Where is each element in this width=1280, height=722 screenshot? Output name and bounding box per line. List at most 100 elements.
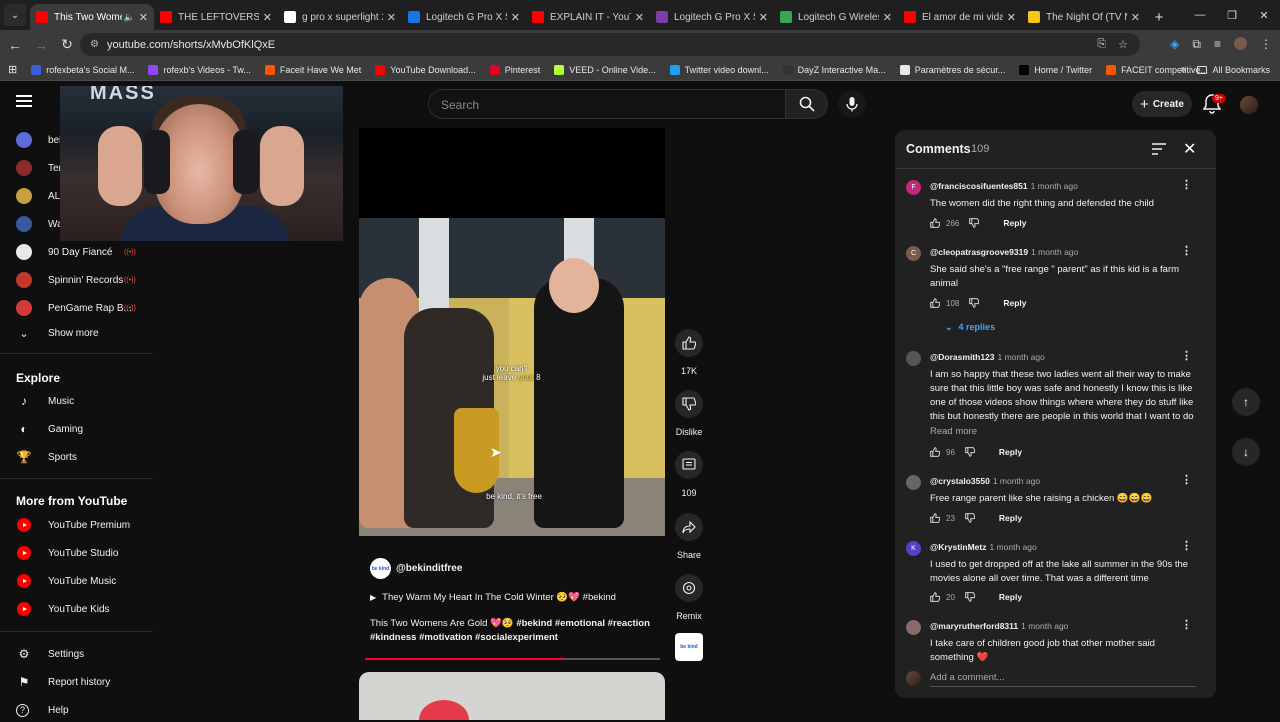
comment-author[interactable]: @KrystinMetz xyxy=(930,542,986,552)
close-comments-icon[interactable]: ✕ xyxy=(1183,139,1196,159)
tab-close-icon[interactable]: ✕ xyxy=(1131,11,1140,24)
channel-avatar[interactable]: be kind xyxy=(370,558,391,579)
bookmark-item[interactable]: Pinterest xyxy=(489,64,540,75)
bookmark-item[interactable]: Paramètres de sécur... xyxy=(899,64,1005,75)
comment-dislike-button[interactable] xyxy=(955,513,999,523)
browser-tab[interactable]: g pro x superlight 2 r ✕ xyxy=(278,4,402,30)
minimize-button[interactable]: — xyxy=(1184,0,1216,30)
comment-time[interactable]: 1 month ago xyxy=(989,542,1036,552)
sort-icon[interactable] xyxy=(1152,143,1166,155)
account-avatar[interactable] xyxy=(1240,96,1258,114)
tab-audio-icon[interactable]: 🔈 xyxy=(124,12,135,23)
bookmark-item[interactable]: Home / Twitter xyxy=(1019,64,1092,75)
comment-author-avatar[interactable]: K xyxy=(906,541,921,556)
comment-more-icon[interactable]: ⋮ xyxy=(1181,473,1192,486)
close-window-button[interactable]: ✕ xyxy=(1248,0,1280,30)
tab-close-icon[interactable]: ✕ xyxy=(635,11,644,24)
shorts-video-player[interactable]: you can't just leave your 8 be kind, it'… xyxy=(359,218,665,536)
comment-dislike-button[interactable] xyxy=(955,447,999,457)
comment-dislike-button[interactable] xyxy=(959,218,1003,228)
next-short-button[interactable]: ↓ xyxy=(1232,438,1260,466)
comment-dislike-button[interactable] xyxy=(955,592,999,602)
tab-close-icon[interactable]: ✕ xyxy=(759,11,768,24)
youtube-product-item[interactable]: YouTube Studio xyxy=(0,541,155,565)
share-button[interactable]: Share xyxy=(675,513,703,560)
browser-menu-icon[interactable]: ⋮ xyxy=(1260,37,1272,52)
more-bookmarks-chevron-icon[interactable]: » xyxy=(1180,64,1186,75)
install-app-icon[interactable]: ⎘ xyxy=(1097,38,1106,51)
comments-button[interactable]: 109 xyxy=(675,451,703,498)
search-input[interactable]: Search xyxy=(428,89,786,119)
comment-author-avatar[interactable] xyxy=(906,351,921,366)
comment-author[interactable]: @crystalo3550 xyxy=(930,476,990,486)
comment-reply-button[interactable]: Reply xyxy=(999,592,1022,602)
music-link[interactable]: ▶ They Warm My Heart In The Cold Winter 🥺… xyxy=(370,592,616,603)
comment-reply-button[interactable]: Reply xyxy=(1003,218,1026,228)
youtube-product-item[interactable]: YouTube Kids xyxy=(0,597,155,621)
all-bookmarks-button[interactable]: All Bookmarks xyxy=(1197,65,1270,75)
back-button[interactable]: ← xyxy=(2,37,28,53)
bookmark-item[interactable]: Faceit Have We Met xyxy=(264,64,361,75)
search-button[interactable] xyxy=(786,89,828,119)
comment-reply-button[interactable]: Reply xyxy=(999,447,1022,457)
media-controls-icon[interactable]: ≡ xyxy=(1214,37,1221,52)
bookmark-item[interactable]: rofexbeta's Social M... xyxy=(31,64,134,75)
bookmark-item[interactable]: VEED - Online Vide... xyxy=(554,64,656,75)
comment-like-button[interactable]: 266 xyxy=(930,218,959,228)
description-hashtags[interactable]: #kindness #motivation #socialexperiment xyxy=(370,632,558,643)
tab-close-icon[interactable]: ✕ xyxy=(1007,11,1016,24)
comment-author[interactable]: @franciscosifuentes851 xyxy=(930,181,1028,191)
comment-more-icon[interactable]: ⋮ xyxy=(1181,349,1192,362)
explore-item[interactable]: ◐ Gaming xyxy=(0,417,155,441)
bookmark-item[interactable]: rofexb's Videos - Tw... xyxy=(148,64,251,75)
comment-more-icon[interactable]: ⋮ xyxy=(1181,539,1192,552)
comment-time[interactable]: 1 month ago xyxy=(998,352,1045,362)
browser-tab[interactable]: EXPLAIN IT - YouTub ✕ xyxy=(526,4,650,30)
read-more-button[interactable]: Read more xyxy=(930,426,977,437)
forward-button[interactable]: → xyxy=(28,37,54,53)
comment-more-icon[interactable]: ⋮ xyxy=(1181,244,1192,257)
comment-more-icon[interactable]: ⋮ xyxy=(1181,178,1192,191)
profile-avatar[interactable] xyxy=(1234,37,1247,50)
apps-grid-icon[interactable]: ⊞ xyxy=(8,63,17,76)
audio-source-thumbnail[interactable]: be kind xyxy=(675,633,703,661)
channel-name[interactable]: @bekinditfree xyxy=(396,563,462,574)
youtube-product-item[interactable]: YouTube Premium xyxy=(0,513,155,537)
comment-author-avatar[interactable] xyxy=(906,475,921,490)
extension-icon[interactable]: ◈ xyxy=(1170,37,1179,52)
extensions-puzzle-icon[interactable]: ⧉ xyxy=(1192,37,1201,52)
description-hashtags[interactable]: #bekind #emotional #reaction xyxy=(516,618,650,629)
new-tab-button[interactable]: + xyxy=(1146,4,1172,30)
browser-tab[interactable]: THE LEFTOVERS - Se ✕ xyxy=(154,4,278,30)
bookmark-item[interactable]: YouTube Download... xyxy=(375,64,476,75)
settings-item[interactable]: ⚑ Report history xyxy=(0,670,155,694)
comment-time[interactable]: 1 month ago xyxy=(993,476,1040,486)
explore-item[interactable]: 🏆 Sports xyxy=(0,445,155,469)
browser-tab[interactable]: Logitech G Wireless ✕ xyxy=(774,4,898,30)
voice-search-button[interactable] xyxy=(838,90,866,118)
bookmark-item[interactable]: Twitter video downl... xyxy=(669,64,769,75)
settings-item[interactable]: ⚙ Settings xyxy=(0,642,155,666)
site-info-icon[interactable]: ⚙ xyxy=(90,39,99,50)
next-short-preview[interactable] xyxy=(359,672,665,720)
address-bar[interactable]: ⚙ youtube.com/shorts/xMvbOfKlQxE ⎘ ☆ xyxy=(80,33,1140,56)
restore-button[interactable]: ❐ xyxy=(1216,0,1248,30)
comment-reply-button[interactable]: Reply xyxy=(1003,298,1026,308)
tab-close-icon[interactable]: ✕ xyxy=(139,11,148,24)
youtube-product-item[interactable]: YouTube Music xyxy=(0,569,155,593)
reload-button[interactable]: ↻ xyxy=(54,36,80,53)
tab-close-icon[interactable]: ✕ xyxy=(387,11,396,24)
browser-tab[interactable]: Logitech G Pro X Sup ✕ xyxy=(402,4,526,30)
bookmark-star-icon[interactable]: ☆ xyxy=(1118,38,1128,51)
comment-author[interactable]: @maryrutherford8311 xyxy=(930,621,1018,631)
subscription-item[interactable]: PenGame Rap B... ((•)) xyxy=(0,296,155,320)
video-progress-bar[interactable] xyxy=(365,658,660,660)
browser-tab[interactable]: The Night Of (TV Mi ✕ xyxy=(1022,4,1146,30)
tab-search-button[interactable]: ⌄ xyxy=(4,4,26,26)
comment-like-button[interactable]: 108 xyxy=(930,298,959,308)
subscription-item[interactable]: 90 Day Fiancé ((•)) xyxy=(0,240,155,264)
comment-author-avatar[interactable]: C xyxy=(906,246,921,261)
comment-time[interactable]: 1 month ago xyxy=(1021,621,1068,631)
bookmark-item[interactable]: DayZ Interactive Ma... xyxy=(782,64,886,75)
comment-like-button[interactable]: 96 xyxy=(930,447,955,457)
